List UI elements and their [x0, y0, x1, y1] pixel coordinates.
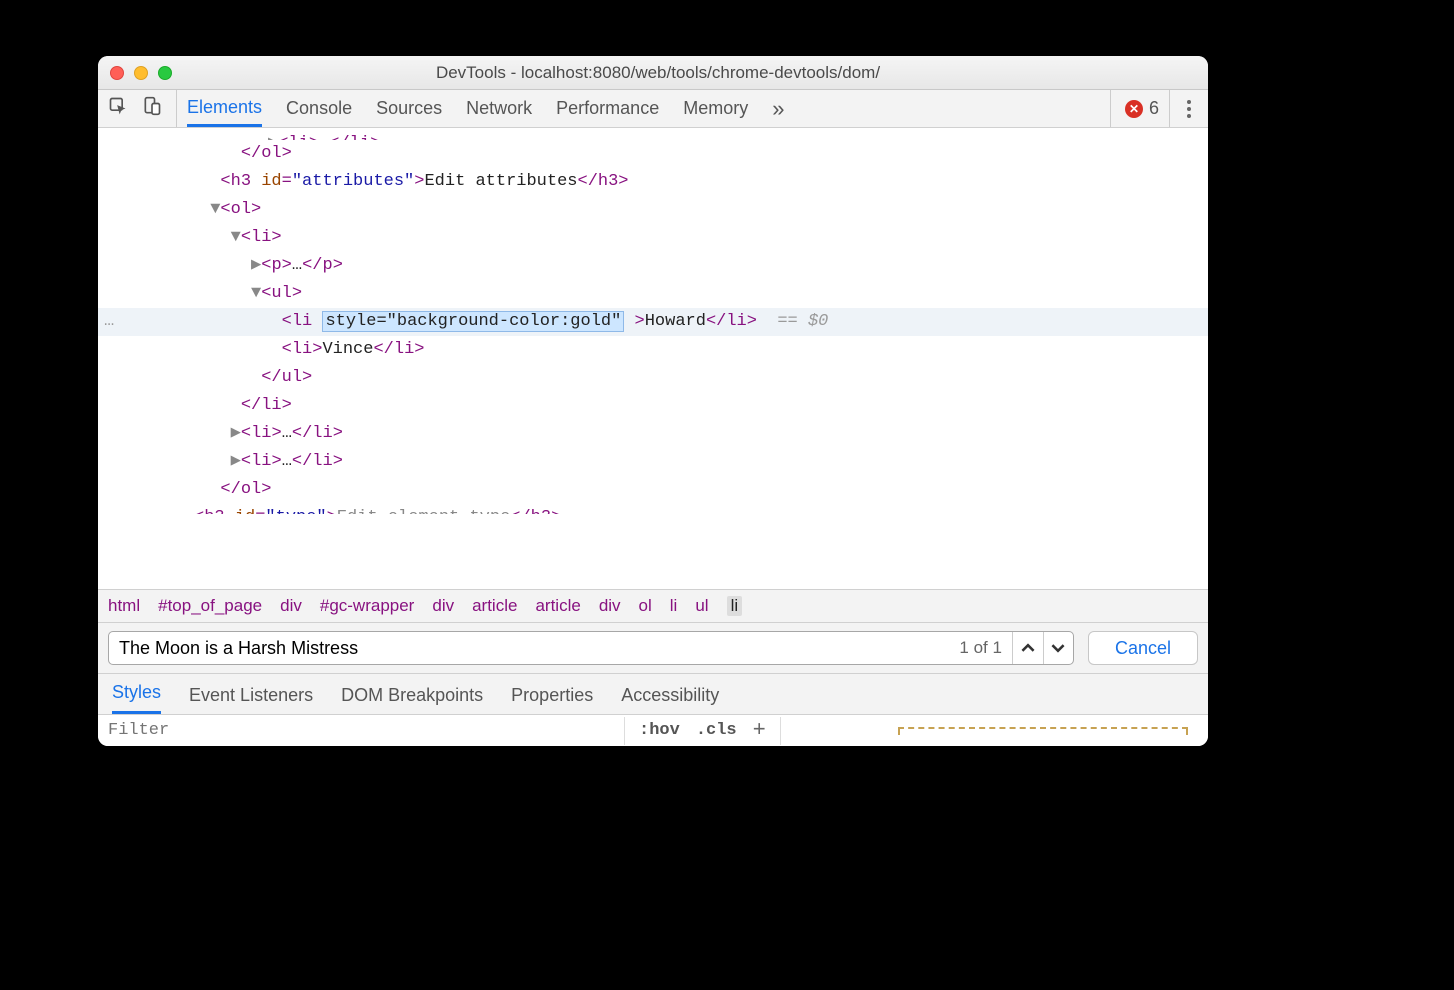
find-bar: 1 of 1 Cancel — [98, 622, 1208, 674]
crumb-li[interactable]: li — [670, 596, 678, 616]
dom-node[interactable]: ▶<li>…</li> — [98, 448, 1208, 476]
search-prev-button[interactable] — [1013, 632, 1043, 664]
dom-node[interactable]: <h3 id="attributes">Edit attributes</h3> — [98, 168, 1208, 196]
dom-node[interactable]: </li> — [98, 392, 1208, 420]
device-toggle-icon[interactable] — [142, 96, 162, 121]
minimize-window-button[interactable] — [134, 66, 148, 80]
tab-performance[interactable]: Performance — [556, 90, 659, 127]
crumb-article[interactable]: article — [472, 596, 517, 616]
new-style-rule-button[interactable]: + — [745, 718, 774, 743]
tab-network[interactable]: Network — [466, 90, 532, 127]
subtab-dom-breakpoints[interactable]: DOM Breakpoints — [341, 685, 483, 714]
selection-indicator-icon: … — [104, 308, 116, 336]
dom-node[interactable]: ▼<ul> — [98, 280, 1208, 308]
dom-node[interactable]: ▼<ol> — [98, 196, 1208, 224]
panel-tabs: Elements Console Sources Network Perform… — [187, 90, 1110, 127]
subtab-accessibility[interactable]: Accessibility — [621, 685, 719, 714]
styles-toolbar: :hov .cls + — [98, 715, 1208, 746]
cancel-button[interactable]: Cancel — [1088, 631, 1198, 665]
dom-clipped-top: ▶<li>…</li> — [98, 130, 1208, 140]
dom-node-selected[interactable]: … <li style="background-color:gold" >How… — [98, 308, 1208, 336]
crumb-div-2[interactable]: div — [432, 596, 454, 616]
dom-breadcrumb: html #top_of_page div #gc-wrapper div ar… — [98, 589, 1208, 622]
search-input[interactable] — [109, 638, 949, 659]
tab-elements[interactable]: Elements — [187, 90, 262, 127]
box-model-peek — [787, 727, 1208, 735]
dom-node[interactable]: </ul> — [98, 364, 1208, 392]
main-toolbar: Elements Console Sources Network Perform… — [98, 90, 1208, 128]
error-count-badge[interactable]: ✕ 6 — [1125, 98, 1159, 119]
zoom-window-button[interactable] — [158, 66, 172, 80]
dom-node[interactable]: </ol> — [98, 140, 1208, 168]
class-toggle[interactable]: .cls — [688, 721, 745, 740]
subtab-event-listeners[interactable]: Event Listeners — [189, 685, 313, 714]
crumb-ul[interactable]: ul — [695, 596, 708, 616]
crumb-html[interactable]: html — [108, 596, 140, 616]
search-box: 1 of 1 — [108, 631, 1074, 665]
dom-node[interactable]: </ol> — [98, 476, 1208, 504]
crumb-div[interactable]: div — [280, 596, 302, 616]
crumb-li-selected[interactable]: li — [727, 596, 743, 616]
subtab-properties[interactable]: Properties — [511, 685, 593, 714]
styles-filter-input[interactable] — [98, 715, 618, 746]
attribute-edit-field[interactable]: style="background-color:gold" — [322, 311, 624, 332]
traffic-lights — [110, 66, 172, 80]
more-tabs-button[interactable]: » — [772, 90, 784, 127]
error-icon: ✕ — [1125, 100, 1143, 118]
close-window-button[interactable] — [110, 66, 124, 80]
chevron-down-icon — [1051, 641, 1065, 655]
crumb-div-3[interactable]: div — [599, 596, 621, 616]
crumb-top-of-page[interactable]: #top_of_page — [158, 596, 262, 616]
crumb-gc-wrapper[interactable]: #gc-wrapper — [320, 596, 415, 616]
dom-node[interactable]: ▶<p>…</p> — [98, 252, 1208, 280]
subtab-styles[interactable]: Styles — [112, 682, 161, 714]
styles-subtabs: Styles Event Listeners DOM Breakpoints P… — [98, 674, 1208, 715]
crumb-ol[interactable]: ol — [639, 596, 652, 616]
dom-node[interactable]: <li>Vince</li> — [98, 336, 1208, 364]
search-next-button[interactable] — [1043, 632, 1073, 664]
hover-toggle[interactable]: :hov — [631, 721, 688, 740]
titlebar: DevTools - localhost:8080/web/tools/chro… — [98, 56, 1208, 90]
tab-console[interactable]: Console — [286, 90, 352, 127]
window-title: DevTools - localhost:8080/web/tools/chro… — [180, 63, 1196, 83]
crumb-article-2[interactable]: article — [535, 596, 580, 616]
tab-sources[interactable]: Sources — [376, 90, 442, 127]
tab-memory[interactable]: Memory — [683, 90, 748, 127]
devtools-window: DevTools - localhost:8080/web/tools/chro… — [98, 56, 1208, 746]
inspect-element-icon[interactable] — [108, 96, 128, 121]
dom-node[interactable]: ▼<li> — [98, 224, 1208, 252]
error-count: 6 — [1149, 98, 1159, 119]
search-result-count: 1 of 1 — [949, 638, 1012, 658]
dom-node[interactable]: ▶<li>…</li> — [98, 420, 1208, 448]
settings-menu-icon[interactable] — [1180, 100, 1198, 118]
chevron-up-icon — [1021, 641, 1035, 655]
dom-tree[interactable]: ▶<li>…</li> </ol> <h3 id="attributes">Ed… — [98, 128, 1208, 589]
dom-clipped-bottom: <h3 id="type">Edit element type</h3> — [98, 504, 1208, 514]
